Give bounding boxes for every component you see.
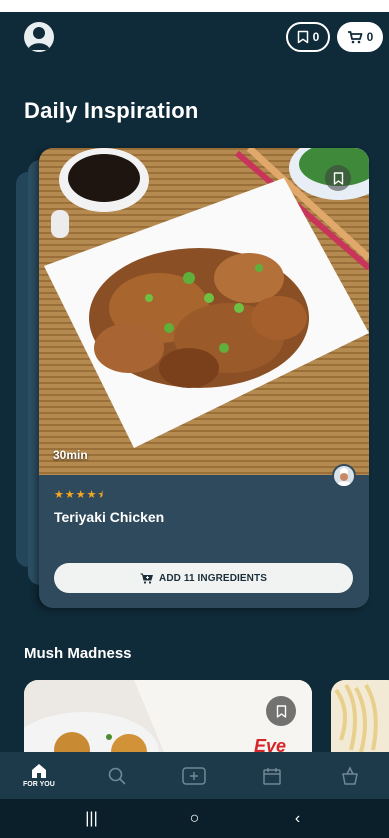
star-icon: ★ [54, 489, 64, 501]
nav-label-for-you: FOR YOU [23, 781, 55, 788]
recipe-tile[interactable]: Eve [24, 680, 312, 752]
add-icon [182, 766, 207, 785]
add-ingredients-label: ADD 11 INGREDIENTS [159, 572, 267, 584]
add-ingredients-button[interactable]: ADD 11 INGREDIENTS [54, 563, 353, 593]
star-icon: ★ [64, 489, 75, 501]
chicken-pieces [89, 248, 309, 388]
home-button[interactable]: ○ [175, 810, 215, 828]
bookmark-icon [276, 704, 286, 718]
nav-basket[interactable] [311, 752, 389, 799]
nav-add[interactable] [156, 752, 234, 799]
profile-avatar[interactable] [24, 22, 54, 52]
half-star-icon: ★ [97, 489, 108, 501]
tile-bookmark-button[interactable] [266, 696, 296, 726]
recipe-tile-photo [331, 680, 389, 752]
section-title-daily: Daily Inspiration [24, 98, 199, 123]
recipe-card[interactable]: 30min ★ ★ ★ ★ ★ Teriyaki Chicken ADD 11 … [39, 148, 369, 608]
nav-calendar[interactable] [233, 752, 311, 799]
recipe-name: Teriyaki Chicken [54, 509, 165, 525]
rating-stars: ★ ★ ★ ★ ★ [54, 488, 107, 501]
search-icon [108, 767, 126, 785]
bottom-navigation: FOR YOU [0, 752, 389, 799]
cart-icon [347, 31, 363, 44]
header: 0 0 [0, 12, 389, 62]
star-icon: ★ [86, 489, 97, 501]
basket-icon [342, 765, 358, 785]
chef-icon [336, 468, 352, 486]
saved-count: 0 [312, 30, 320, 44]
back-button[interactable]: ‹ [278, 810, 318, 828]
nav-search[interactable] [78, 752, 156, 799]
saved-recipes-button[interactable]: 0 [286, 22, 330, 52]
system-navigation-bar: ||| ○ ‹ [0, 799, 389, 838]
section-title-mush: Mush Madness [24, 645, 132, 662]
bookmark-icon [297, 30, 308, 44]
bookmark-icon [333, 171, 343, 185]
cook-time: 30min [53, 448, 88, 462]
tile-brand-text: Eve [254, 736, 286, 752]
cart-plus-icon [140, 573, 153, 584]
recents-button[interactable]: ||| [72, 810, 112, 828]
star-icon: ★ [75, 489, 86, 501]
home-icon [31, 764, 46, 778]
card-bookmark-button[interactable] [325, 165, 351, 191]
status-bar [0, 0, 389, 12]
recipe-photo [39, 148, 369, 475]
cart-button[interactable]: 0 [337, 22, 383, 52]
cart-count: 0 [366, 30, 374, 44]
chef-avatar[interactable] [332, 464, 356, 488]
nav-for-you[interactable]: FOR YOU [0, 752, 78, 799]
user-icon [28, 27, 50, 50]
recipe-tile-partial[interactable] [331, 680, 389, 752]
calendar-icon [263, 767, 282, 785]
